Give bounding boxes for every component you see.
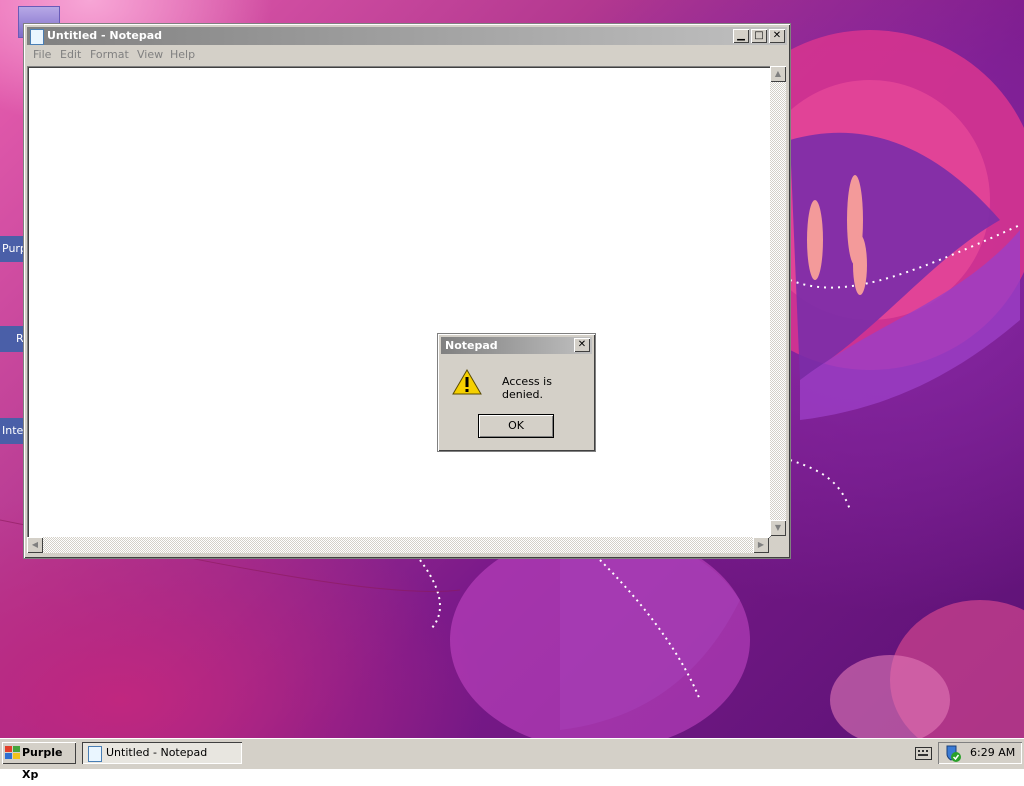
minimize-button[interactable]: ▁ <box>733 29 749 43</box>
system-tray: 6:29 AM <box>938 742 1022 764</box>
windows-logo-icon <box>5 746 20 759</box>
scroll-right-icon[interactable]: ▶ <box>753 537 769 553</box>
notepad-titlebar[interactable]: Untitled - Notepad ▁ □ ✕ <box>27 27 787 45</box>
taskbar: Purple Xp Untitled - Notepad 6:29 AM <box>0 738 1024 781</box>
scroll-left-icon[interactable]: ◀ <box>27 537 43 553</box>
start-button[interactable]: Purple Xp <box>2 742 76 781</box>
menu-format[interactable]: Format <box>90 48 129 61</box>
warning-icon <box>452 369 482 395</box>
scroll-down-icon[interactable]: ▼ <box>770 520 786 536</box>
scroll-up-icon[interactable]: ▲ <box>770 66 786 82</box>
horizontal-scrollbar[interactable]: ◀ ▶ <box>27 537 769 553</box>
vertical-scrollbar[interactable]: ▲ ▼ <box>770 66 786 536</box>
dialog-close-button[interactable]: ✕ <box>574 338 590 352</box>
start-label: Purple Xp <box>22 746 63 781</box>
ok-button[interactable]: OK <box>478 414 554 438</box>
clock[interactable]: 6:29 AM <box>970 742 1015 764</box>
resize-grip-icon[interactable] <box>770 537 786 553</box>
notepad-icon <box>88 746 102 762</box>
menu-help[interactable]: Help <box>170 48 195 61</box>
dialog-titlebar[interactable]: Notepad ✕ <box>441 337 592 354</box>
text-editor-area[interactable] <box>27 66 771 538</box>
menu-bar: File Edit Format View Help <box>27 46 787 64</box>
notepad-icon <box>30 29 44 45</box>
menu-edit[interactable]: Edit <box>60 48 81 61</box>
taskbar-item-label: Untitled - Notepad <box>106 746 208 759</box>
taskbar-item-notepad[interactable]: Untitled - Notepad <box>82 742 242 764</box>
menu-file[interactable]: File <box>33 48 51 61</box>
keyboard-icon[interactable] <box>915 747 932 760</box>
close-button[interactable]: ✕ <box>769 29 785 43</box>
maximize-button[interactable]: □ <box>751 29 767 43</box>
window-title: Untitled - Notepad <box>47 29 163 42</box>
dialog-title: Notepad <box>445 339 498 352</box>
menu-view[interactable]: View <box>137 48 163 61</box>
security-shield-icon[interactable] <box>944 745 962 762</box>
dialog-message: Access is denied. <box>502 375 552 401</box>
access-denied-dialog: Notepad ✕ Access is denied. OK <box>437 333 596 452</box>
notepad-window: Untitled - Notepad ▁ □ ✕ File Edit Forma… <box>23 23 791 559</box>
